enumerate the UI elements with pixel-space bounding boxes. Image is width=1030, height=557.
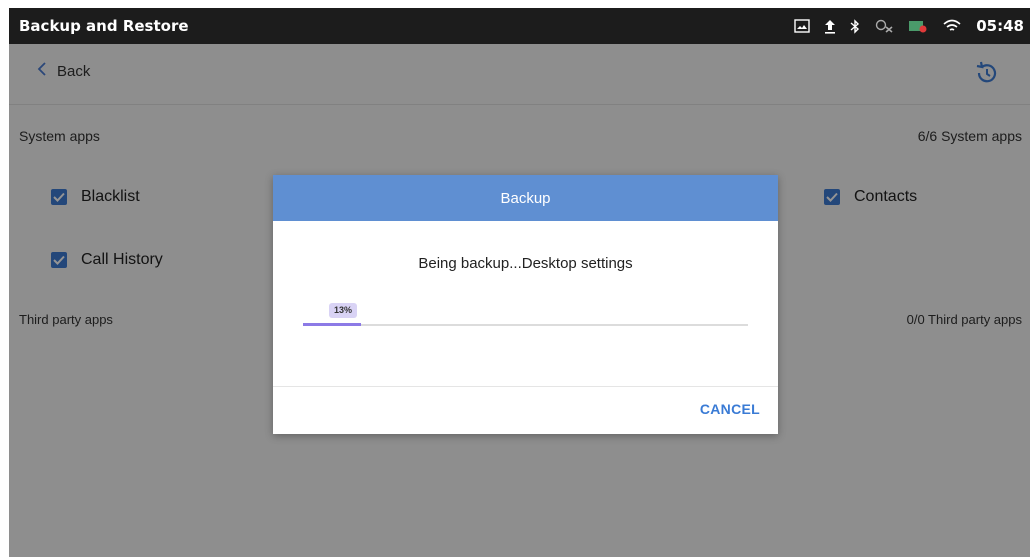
clock: 05:48 — [976, 17, 1024, 35]
progress-message: Being backup...Desktop settings — [418, 255, 633, 272]
no-sync-icon — [874, 19, 894, 33]
wifi-icon — [942, 18, 962, 34]
upload-icon — [824, 19, 836, 34]
progress-percent-badge: 13% — [329, 303, 358, 318]
screenshot-icon — [794, 19, 810, 33]
dialog-title: Backup — [500, 189, 551, 207]
backup-dialog: Backup Being backup...Desktop settings 1… — [273, 175, 778, 434]
battery-icon — [908, 19, 928, 33]
screen: Backup and Restore 05:48 Back System app… — [9, 8, 1030, 557]
dialog-header: Backup — [273, 175, 778, 221]
bluetooth-icon — [850, 18, 860, 34]
progress-bar-fill — [303, 323, 361, 326]
status-icons: 05:48 — [794, 14, 1024, 38]
progress-bar — [303, 323, 748, 326]
divider — [273, 386, 778, 387]
cancel-button[interactable]: CANCEL — [700, 401, 760, 417]
app-title: Backup and Restore — [19, 17, 189, 35]
status-bar: Backup and Restore 05:48 — [9, 8, 1030, 44]
